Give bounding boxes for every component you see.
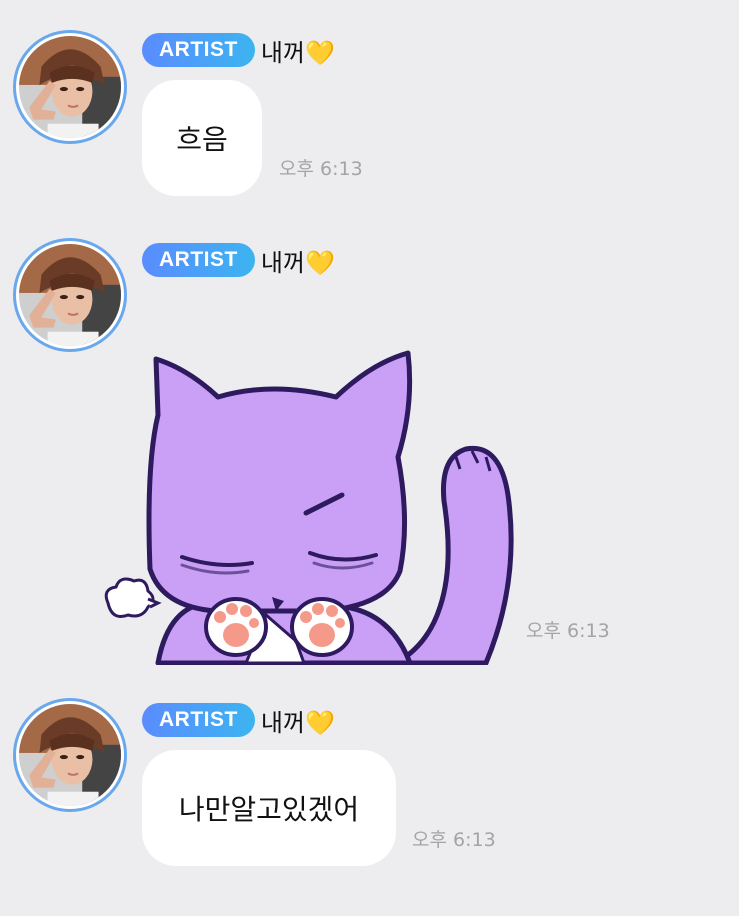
avatar[interactable]: [13, 698, 127, 812]
purple-cat-sticker[interactable]: [96, 345, 526, 665]
sender-nickname: 내꺼💛: [260, 38, 335, 67]
message-time: 오후 6:13: [412, 829, 496, 851]
message-time: 오후 6:13: [279, 158, 363, 180]
sender-row: ARTIST 내꺼💛: [142, 32, 335, 68]
avatar[interactable]: [13, 238, 127, 352]
sender-row: ARTIST 내꺼💛: [142, 242, 335, 278]
message-bubble[interactable]: 흐음: [142, 80, 262, 196]
message-time: 오후 6:13: [526, 620, 610, 642]
sender-row: ARTIST 내꺼💛: [142, 702, 335, 738]
artist-badge: ARTIST: [142, 243, 255, 277]
sender-nickname: 내꺼💛: [260, 708, 335, 737]
artist-badge: ARTIST: [142, 703, 255, 737]
sender-nickname: 내꺼💛: [260, 248, 335, 277]
message-bubble[interactable]: 나만알고있겠어: [142, 750, 396, 866]
avatar[interactable]: [13, 30, 127, 144]
artist-badge: ARTIST: [142, 33, 255, 67]
